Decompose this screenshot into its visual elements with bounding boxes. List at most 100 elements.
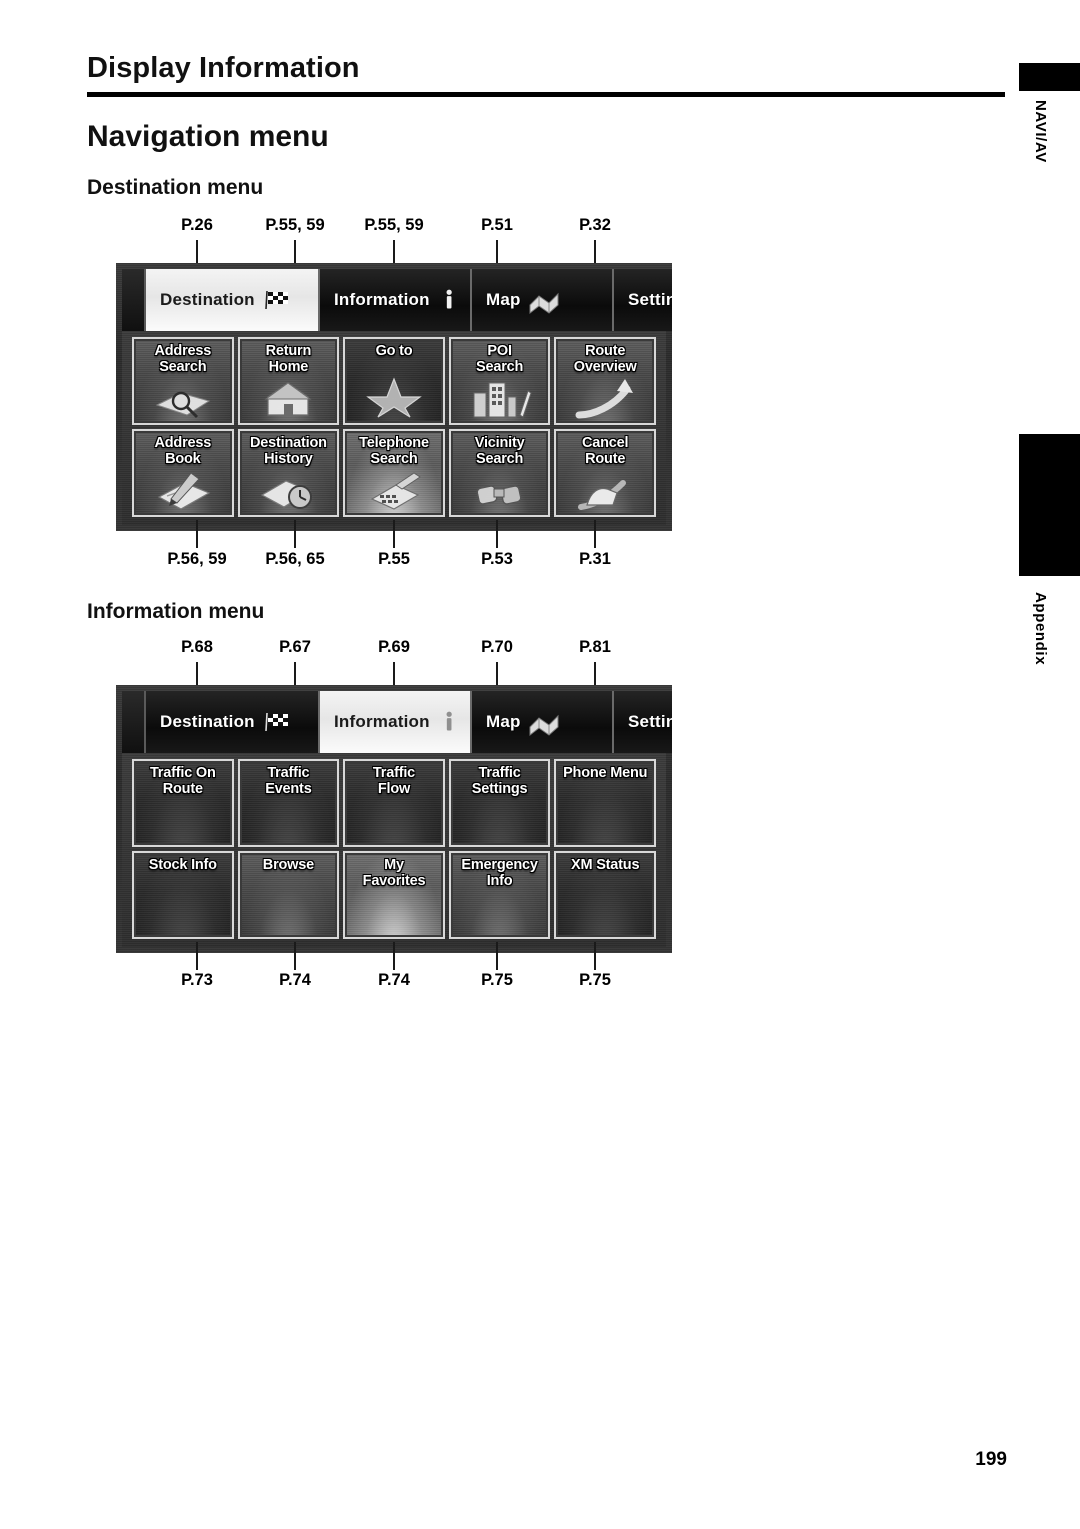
- edge-tab-block-navi-av[interactable]: [1019, 63, 1080, 91]
- tab-settings-2[interactable]: Settings: [614, 691, 672, 753]
- button-stock-info[interactable]: Stock Info: [132, 851, 234, 939]
- button-route-overview-label: Route Overview: [573, 343, 637, 375]
- button-traffic-flow[interactable]: Traffic Flow: [343, 759, 445, 847]
- page-title: Display Information: [87, 52, 360, 84]
- tab-information-2[interactable]: Information: [320, 691, 472, 753]
- button-phone-menu[interactable]: Phone Menu: [554, 759, 656, 847]
- button-poi-search[interactable]: POI Search: [448, 337, 551, 425]
- leader-info-bottom-4: [496, 942, 498, 970]
- callout-info-top-3: P.69: [378, 638, 410, 656]
- checkered-flag-icon: [261, 705, 295, 739]
- tab-map-2[interactable]: Map: [472, 691, 614, 753]
- tab-settings[interactable]: Settings: [614, 269, 672, 331]
- edge-tab-block-appendix[interactable]: [1019, 434, 1080, 576]
- button-go-to-label: Go to: [375, 343, 413, 359]
- edge-tab-label-navi-av: NAVI/AV: [1032, 100, 1049, 163]
- callout-dest-top-4: P.51: [481, 216, 513, 234]
- callout-dest-bottom-4: P.53: [481, 550, 513, 568]
- page-number: 199: [975, 1449, 1007, 1470]
- button-traffic-settings[interactable]: Traffic Settings: [448, 759, 551, 847]
- button-emergency-info[interactable]: Emergency Info: [448, 851, 551, 939]
- info-i-icon: [436, 705, 462, 739]
- information-button-grid: Traffic On Route Traffic Events Traffic …: [132, 759, 656, 939]
- folded-map-icon: [527, 283, 561, 317]
- button-xm-status[interactable]: XM Status: [554, 851, 656, 939]
- tab-destination-label-2: Destination: [160, 712, 255, 731]
- button-go-to[interactable]: Go to: [343, 337, 445, 425]
- callout-dest-bottom-3: P.55: [378, 550, 410, 568]
- button-address-search[interactable]: Address Search: [132, 337, 234, 425]
- button-address-search-label: Address Search: [154, 343, 212, 375]
- button-phone-menu-label: Phone Menu: [563, 765, 648, 781]
- destination-button-grid: Address Search Return Home Go to POI Sea…: [132, 337, 656, 517]
- button-cancel-route[interactable]: Cancel Route: [554, 429, 656, 517]
- callout-info-top-5: P.81: [579, 638, 611, 656]
- button-telephone-search-label: Telephone Search: [359, 435, 429, 467]
- tab-map-label: Map: [486, 290, 521, 309]
- leader-info-bottom-2: [294, 942, 296, 970]
- leader-dest-bottom-4: [496, 520, 498, 548]
- button-destination-history[interactable]: Destination History: [237, 429, 340, 517]
- section-heading-navigation-menu: Navigation menu: [87, 120, 329, 153]
- button-traffic-settings-label: Traffic Settings: [471, 765, 528, 797]
- destination-screen-tabbar: Destination Information Map Settin: [122, 269, 672, 331]
- tab-settings-label-2: Settings: [628, 712, 672, 731]
- leader-info-bottom-1: [196, 942, 198, 970]
- callout-info-top-1: P.68: [181, 638, 213, 656]
- checkered-flag-icon: [261, 283, 295, 317]
- tab-map-label-2: Map: [486, 712, 521, 731]
- leader-info-bottom-5: [594, 942, 596, 970]
- callout-info-bottom-5: P.75: [579, 971, 611, 989]
- edge-tab-label-appendix: Appendix: [1032, 592, 1049, 666]
- callout-info-top-4: P.70: [481, 638, 513, 656]
- callout-dest-top-2: P.55, 59: [265, 216, 325, 234]
- button-return-home-label: Return Home: [265, 343, 312, 375]
- leader-dest-bottom-1: [196, 520, 198, 548]
- subsection-heading-information-menu: Information menu: [87, 600, 265, 623]
- tab-destination-label: Destination: [160, 290, 255, 309]
- button-xm-status-label: XM Status: [571, 857, 640, 873]
- button-route-overview[interactable]: Route Overview: [554, 337, 656, 425]
- callout-info-bottom-3: P.74: [378, 971, 410, 989]
- button-traffic-on-route[interactable]: Traffic On Route: [132, 759, 234, 847]
- information-screen-tabbar: Destination Information Map Settin: [122, 691, 672, 753]
- button-return-home[interactable]: Return Home: [237, 337, 340, 425]
- destination-menu-screen: Destination Information Map Settin Addre…: [116, 263, 672, 531]
- button-my-favorites-label: My Favorites: [362, 857, 426, 889]
- button-poi-search-label: POI Search: [476, 343, 524, 375]
- button-traffic-events[interactable]: Traffic Events: [237, 759, 340, 847]
- screen-inner-destination: Destination Information Map Settin Addre…: [122, 269, 672, 525]
- header-rule: [87, 92, 1005, 97]
- button-traffic-flow-label: Traffic Flow: [372, 765, 416, 797]
- button-vicinity-search[interactable]: Vicinity Search: [448, 429, 551, 517]
- button-my-favorites[interactable]: My Favorites: [343, 851, 445, 939]
- button-traffic-on-route-label: Traffic On Route: [149, 765, 216, 797]
- tab-settings-label: Settings: [628, 290, 672, 309]
- callout-dest-bottom-2: P.56, 65: [265, 550, 325, 568]
- tab-information-label-2: Information: [334, 712, 430, 731]
- button-cancel-route-label: Cancel Route: [582, 435, 629, 467]
- leader-info-bottom-3: [393, 942, 395, 970]
- callout-dest-bottom-5: P.31: [579, 550, 611, 568]
- information-menu-screen: Destination Information Map Settin Traff…: [116, 685, 672, 953]
- button-traffic-events-label: Traffic Events: [265, 765, 312, 797]
- button-browse[interactable]: Browse: [237, 851, 340, 939]
- button-address-book[interactable]: Address Book: [132, 429, 234, 517]
- tab-destination-2[interactable]: Destination: [146, 691, 320, 753]
- callout-info-bottom-4: P.75: [481, 971, 513, 989]
- button-emergency-info-label: Emergency Info: [461, 857, 538, 889]
- button-telephone-search[interactable]: Telephone Search: [343, 429, 445, 517]
- folded-map-icon: [527, 705, 561, 739]
- tab-map[interactable]: Map: [472, 269, 614, 331]
- leader-dest-bottom-5: [594, 520, 596, 548]
- star-icon: [345, 367, 443, 421]
- button-vicinity-search-label: Vicinity Search: [474, 435, 525, 467]
- callout-dest-top-5: P.32: [579, 216, 611, 234]
- tab-destination[interactable]: Destination: [146, 269, 320, 331]
- info-i-icon: [436, 283, 462, 317]
- button-destination-history-label: Destination History: [250, 435, 327, 467]
- callout-dest-top-3: P.55, 59: [364, 216, 424, 234]
- callout-dest-bottom-1: P.56, 59: [167, 550, 227, 568]
- tab-information[interactable]: Information: [320, 269, 472, 331]
- button-address-book-label: Address Book: [154, 435, 212, 467]
